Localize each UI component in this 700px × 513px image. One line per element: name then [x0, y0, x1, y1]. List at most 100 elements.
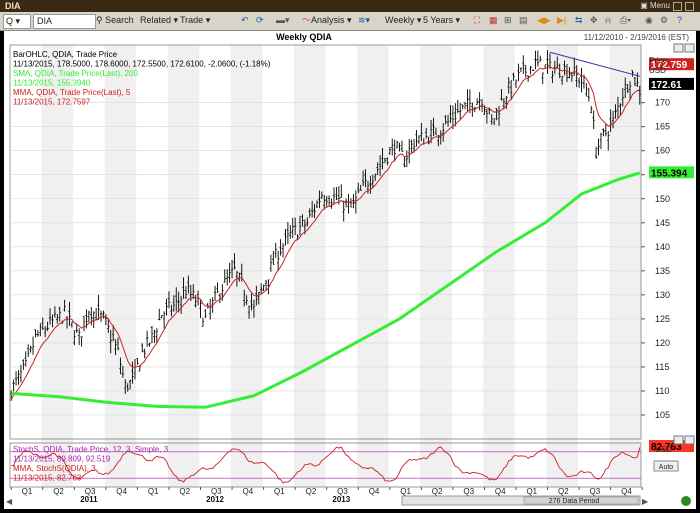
price-tick-label: 130 [655, 290, 670, 300]
quarter-label: Q2 [432, 487, 443, 496]
price-tick-label: 165 [655, 122, 670, 132]
chart-svg[interactable]: Weekly QDIA 11/12/2010 - 2/19/2016 (EST)… [4, 31, 696, 509]
settings-icon[interactable]: ⚙ [660, 14, 668, 27]
search-icon: ⚲ [96, 15, 103, 25]
toolbar: Q ▾ DIA ⚲ Search Related ▾ Trade ▾ ↶ ⟳ ▬… [0, 12, 700, 31]
legend-lower-line: StochS, QDIA, Trade Price, 12, 3, Simple… [13, 445, 169, 454]
chart-title: Weekly QDIA [276, 32, 332, 42]
legend-lower-line: MMA, StochS(QDIA), 3 [13, 464, 96, 473]
lower-panel-close-icon[interactable] [673, 435, 684, 445]
badge-sma-text: 155.394 [651, 168, 688, 179]
price-tick-label: 110 [655, 386, 669, 396]
analysis-button[interactable]: 〜Analysis ▾ [302, 14, 352, 27]
quarter-band [293, 45, 326, 487]
quarter-band [420, 45, 452, 487]
year-label: 2011 [80, 495, 98, 504]
print-icon[interactable]: ⎙▾ [620, 14, 631, 27]
price-tick-label: 115 [655, 362, 669, 372]
chart-frame: Weekly QDIA 11/12/2010 - 2/19/2016 (EST)… [4, 31, 696, 509]
panel-close-icon[interactable] [673, 43, 684, 53]
price-tick-label: 170 [655, 98, 670, 108]
magnifier-icon: Q ▾ [6, 16, 21, 26]
quarter-label: Q4 [621, 487, 632, 496]
period-select[interactable]: Weekly ▾ [385, 14, 421, 27]
price-tick-label: 125 [655, 314, 670, 324]
scroll-left-icon[interactable]: ◀▶ [537, 14, 551, 27]
date-range: 11/12/2010 - 2/19/2016 (EST) [584, 33, 690, 42]
period-label: Weekly [385, 15, 415, 25]
grid-icon[interactable]: ▦ [489, 14, 498, 27]
draw-tools-icon[interactable]: ⛶ [474, 14, 480, 27]
menu-button[interactable]: ▣ Menu [640, 0, 670, 12]
symbol-type-select[interactable]: Q ▾ [3, 14, 31, 29]
price-tick-label: 140 [655, 242, 670, 252]
scroll-right-icon[interactable]: ▶ [642, 497, 649, 506]
quarter-label: Q4 [495, 487, 506, 496]
badge-last-text: 172.61 [651, 80, 682, 91]
legend-lower-line: 11/13/2015, 89.809, 92.519 [13, 455, 111, 464]
search-label: Search [105, 15, 134, 25]
quarter-label: Q1 [148, 487, 159, 496]
legend-main-line: MMA, QDIA, Trade Price(Last), 5 [13, 88, 131, 97]
legend-main-line: 11/13/2015, 155.3940 [13, 79, 91, 88]
folder-icon[interactable]: ▬▾ [276, 14, 290, 27]
year-label: 2012 [206, 495, 224, 504]
live-status-icon [681, 496, 691, 506]
quarter-band [104, 45, 137, 487]
legend-main-line: 11/13/2015, 178.5000, 178.6000, 172.5500… [13, 60, 271, 69]
quarter-label: Q4 [369, 487, 380, 496]
year-label: 2013 [332, 495, 350, 504]
undo-icon[interactable]: ↶ [241, 14, 249, 27]
range-select[interactable]: 5 Years ▾ [423, 14, 460, 27]
trade-label: Trade [180, 15, 204, 25]
range-label: 5 Years [423, 15, 454, 25]
scroll-end-icon[interactable]: ▶| [557, 14, 566, 27]
minimize-icon[interactable] [673, 2, 682, 11]
price-tick-label: 120 [655, 338, 670, 348]
menu-label: Menu [649, 1, 670, 10]
crosshair-icon[interactable]: ✥ [590, 14, 598, 27]
price-tick-label: 160 [655, 146, 670, 156]
quarter-label: Q1 [274, 487, 285, 496]
window-title-bar: DIA ▣ Menu [0, 0, 700, 12]
lower-axis-unit: USD [655, 445, 672, 454]
quarter-label: Q2 [179, 487, 190, 496]
zoom-icon[interactable]: ⊞ [504, 14, 512, 27]
layout-icon[interactable]: ▤ [519, 14, 528, 27]
window-title: DIA [5, 1, 21, 11]
bell-icon[interactable]: ⍾ [605, 14, 611, 27]
camera-icon[interactable]: ◉ [645, 14, 653, 27]
trade-button[interactable]: Trade ▾ [180, 14, 210, 27]
quarter-band [167, 45, 200, 487]
quarter-label: Q2 [558, 487, 569, 496]
related-button[interactable]: Related ▾ [140, 14, 178, 27]
quarter-label: Q4 [243, 487, 254, 496]
scroll-left-icon[interactable]: ◀ [6, 497, 13, 506]
quarter-label: Q1 [526, 487, 537, 496]
quarter-label: Q2 [53, 487, 64, 496]
panel-minimize-icon[interactable] [684, 43, 695, 53]
analysis-label: Analysis [311, 15, 345, 25]
quarter-label: Q2 [306, 487, 317, 496]
price-axis-unit: USD [649, 66, 666, 75]
price-axis-label: Price [649, 56, 668, 65]
quarter-label: Q1 [22, 487, 33, 496]
close-icon[interactable] [685, 2, 694, 11]
price-tick-label: 150 [655, 194, 670, 204]
price-tick-label: 145 [655, 218, 670, 228]
search-button[interactable]: ⚲ Search [96, 14, 134, 27]
symbol-input[interactable]: DIA [33, 14, 96, 29]
auto-label: Auto [659, 464, 674, 471]
lower-panel-minimize-icon[interactable] [684, 435, 695, 445]
quarter-label: Q1 [400, 487, 411, 496]
legend-main-line: BarOHLC, QDIA, Trade Price [13, 50, 118, 59]
legend-main-line: SMA, QDIA, Trade Price(Last), 200 [13, 69, 138, 78]
quarter-band [546, 45, 578, 487]
compare-icon[interactable]: ⇆ [575, 14, 583, 27]
studies-icon[interactable]: ≋▾ [358, 14, 370, 27]
quarter-band [41, 45, 74, 487]
price-tick-label: 105 [655, 410, 670, 420]
quarter-band [230, 45, 263, 487]
refresh-icon[interactable]: ⟳ [256, 14, 264, 27]
help-icon[interactable]: ? [677, 14, 682, 27]
